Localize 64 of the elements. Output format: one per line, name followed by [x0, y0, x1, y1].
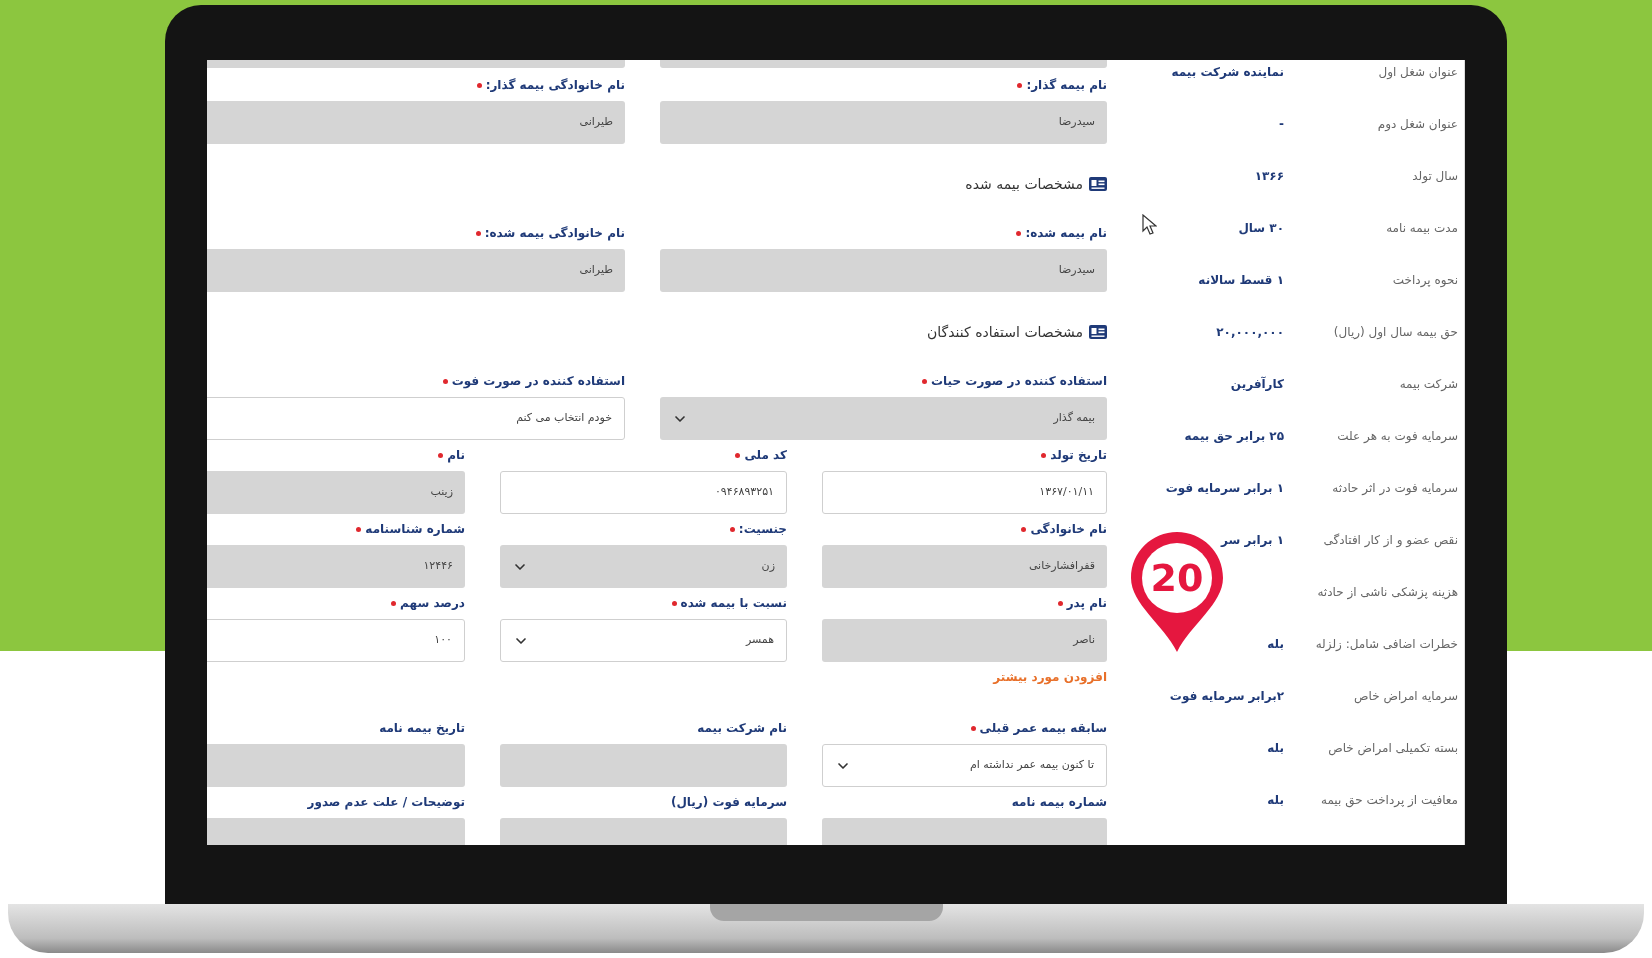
summary-value: ۱ برابر سر	[1221, 532, 1284, 549]
summary-value: ۲۵ برابر حق بیمه	[1184, 428, 1284, 445]
summary-value: کارآفرین	[1230, 375, 1284, 393]
field-label: نام بیمه شده:	[1025, 225, 1107, 242]
field-label: استفاده کننده در صورت فوت	[451, 373, 625, 390]
field-label: استفاده کننده در صورت حیات	[931, 373, 1107, 390]
summary-label: بسته تکمیلی امراض خاص	[1328, 740, 1458, 757]
summary-value: بله	[1267, 792, 1284, 809]
summary-value: بله	[1267, 740, 1284, 757]
field-label: نام شرکت بیمه	[697, 720, 787, 737]
section-heading: مشخصات بیمه شده	[965, 174, 1083, 194]
id-card-icon	[1089, 325, 1107, 339]
field-label: سابقه بیمه عمر قبلی	[979, 720, 1107, 737]
summary-value: ۲برابر سرمایه فوت	[1169, 688, 1284, 705]
summary-label: عنوان شغل اول	[1378, 64, 1458, 81]
field-label: نسبت با بیمه شده	[680, 595, 787, 612]
summary-value: نماینده شرکت بیمه	[1171, 64, 1284, 81]
summary-value: بله	[1267, 636, 1284, 653]
summary-label: سرمایه امراض خاص	[1354, 688, 1458, 705]
field-label: نام بیمه گذار:	[1026, 77, 1107, 94]
field-label: نام خانوادگی بیمه شده:	[484, 225, 625, 242]
input-field[interactable]: ۰۹۴۶۸۹۳۲۵۱	[500, 471, 787, 514]
input-field[interactable]: ۱۳۶۷/۰۱/۱۱	[822, 471, 1107, 514]
summary-value: ۱ قسط سالانه	[1198, 272, 1284, 289]
summary-value: ۱ برابر سرمایه فوت	[1165, 480, 1284, 497]
summary-label: سرمایه فوت به هر علت	[1337, 428, 1458, 445]
summary-value: -	[1279, 116, 1284, 133]
badge-number: 20	[1149, 558, 1205, 598]
summary-label: عنوان شغل دوم	[1377, 116, 1458, 133]
summary-label: شرکت بیمه	[1399, 376, 1458, 393]
summary-label: مدت بیمه نامه	[1386, 220, 1458, 237]
summary-label: خطرات اضافی شامل: زلزله	[1315, 636, 1458, 653]
select-field[interactable]: تا کنون بیمه عمر نداشته ام	[822, 744, 1107, 787]
summary-value: ۳۰ سال	[1238, 220, 1284, 237]
summary-label: نقص عضو و از کار افتادگی	[1323, 532, 1458, 549]
summary-label: حق بیمه سال اول (ریال)	[1333, 324, 1458, 341]
field-label: شماره بیمه نامه	[1011, 794, 1107, 811]
summary-label: نحوه پرداخت	[1392, 272, 1458, 289]
field-label: جنسیت:	[738, 521, 787, 538]
mouse-cursor-icon	[1142, 214, 1157, 236]
section-heading: مشخصات استفاده کنندگان	[927, 322, 1083, 342]
summary-label: هزینه پزشکی ناشی از حادثه	[1317, 584, 1458, 601]
field-label: تاریخ بیمه نامه	[379, 720, 465, 737]
summary-label: سرمایه فوت در اثر حادثه	[1332, 480, 1458, 497]
summary-label: سال تولد	[1412, 168, 1458, 185]
field-label: کد ملی	[744, 447, 787, 464]
id-card-icon	[1089, 177, 1107, 191]
field-label: نام خانوادگی	[1030, 521, 1107, 538]
summary-value: ۲۰,۰۰۰,۰۰۰	[1216, 324, 1284, 341]
input-field[interactable]: ۱۰۰	[207, 619, 465, 662]
field-label: توضیحات / علت عدم صدور	[307, 794, 465, 811]
input-field[interactable]: خودم انتخاب می کنم	[207, 397, 625, 440]
field-label: شماره شناسنامه	[365, 521, 465, 538]
input-field[interactable]	[660, 60, 1107, 68]
summary-value: ۱۳۶۶	[1254, 168, 1284, 185]
input-field[interactable]	[207, 60, 625, 68]
field-label: نام پدر	[1066, 595, 1107, 612]
field-label: نام خانوادگی بیمه گذار:	[485, 77, 625, 94]
field-label: نام	[447, 447, 465, 464]
field-label: درصد سهم	[400, 595, 465, 612]
field-label: تاریخ تولد	[1050, 447, 1107, 464]
summary-label: معافیت از پرداخت حق بیمه	[1321, 792, 1458, 809]
field-label: سرمایه فوت (ریال)	[670, 794, 787, 811]
select-field[interactable]: همسر	[500, 619, 787, 662]
